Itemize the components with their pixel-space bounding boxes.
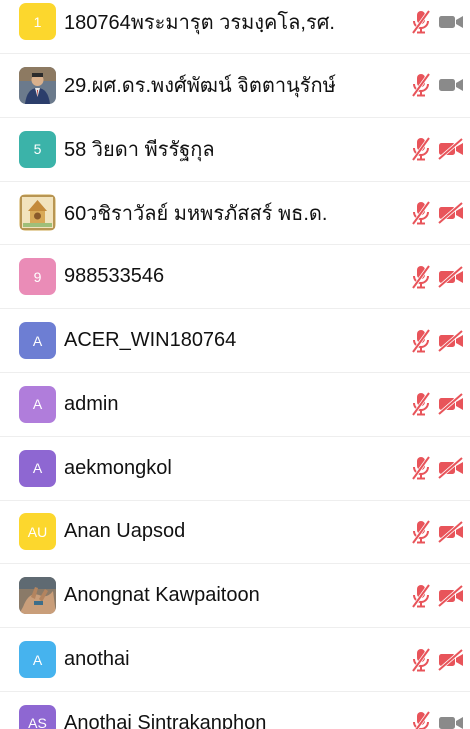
participant-row[interactable]: 9 988533546 [0, 245, 470, 310]
avatar-initials: A [32, 332, 43, 349]
avatar-initials: A [32, 396, 43, 413]
avatar: AS [19, 704, 56, 729]
avatar-initials: A [32, 460, 43, 477]
mic-muted-icon[interactable] [410, 328, 432, 354]
video-off-icon[interactable] [437, 392, 464, 416]
video-camera-icon[interactable] [438, 712, 464, 729]
participant-name: Anothai Sintrakanphon [64, 711, 267, 729]
participant-row[interactable]: 1 180764พระมารุต วรมงฺคโล,รศ. [0, 0, 470, 54]
avatar: A [19, 449, 56, 487]
mic-muted-icon[interactable] [410, 264, 432, 290]
video-off-icon[interactable] [437, 648, 464, 671]
avatar-initials: AS [28, 715, 47, 729]
participant-row[interactable]: AU Anan Uapsod [0, 500, 470, 565]
participant-name: 58 วิยดา พีรรัฐกุล [64, 139, 215, 162]
participant-name: 60วชิราวัลย์ มหพรภัสสร์ พธ.ด. [64, 202, 328, 225]
participant-name: anothai [64, 648, 130, 670]
video-camera-icon[interactable] [438, 74, 464, 96]
avatar-initials: 9 [33, 268, 42, 285]
participant-row[interactable]: Anongnat Kawpaitoon [0, 564, 470, 629]
video-off-icon[interactable] [437, 329, 464, 352]
avatar-initials: AU [27, 523, 48, 540]
participant-name: 29.ผศ.ดร.พงศ์พัฒน์ จิตตานุรักษ์ [64, 75, 336, 98]
avatar: A [19, 385, 56, 423]
mic-muted-icon[interactable] [410, 391, 432, 417]
mic-muted-icon[interactable] [410, 200, 432, 226]
avatar [19, 66, 56, 104]
mic-muted-icon[interactable] [410, 647, 432, 673]
participant-name: ACER_WIN180764 [64, 329, 237, 351]
participant-row[interactable]: A ACER_WIN180764 [0, 309, 470, 373]
avatar: A [19, 322, 56, 359]
participant-name: 180764พระมารุต วรมงฺคโล,รศ. [64, 11, 335, 34]
participant-name: Anongnat Kawpaitoon [64, 584, 260, 607]
mic-muted-icon[interactable] [410, 455, 432, 481]
participant-row[interactable]: 29.ผศ.ดร.พงศ์พัฒน์ จิตตานุรักษ์ [0, 54, 470, 118]
avatar: A [19, 641, 56, 678]
avatar: 9 [19, 258, 56, 296]
video-off-icon[interactable] [437, 520, 464, 544]
participant-name: Anan Uapsod [64, 520, 186, 543]
video-off-icon[interactable] [437, 137, 464, 161]
mic-muted-icon[interactable] [410, 72, 432, 98]
participant-row[interactable]: Aadmin [0, 373, 470, 437]
participant-list: 1 180764พระมารุต วรมงฺคโล,รศ. 29.ผศ.ดร.พง… [0, 0, 470, 729]
participant-name: aekmongkol [64, 456, 172, 479]
video-off-icon[interactable] [437, 265, 464, 289]
participant-row[interactable]: 60วชิราวัลย์ มหพรภัสสร์ พธ.ด. [0, 181, 470, 246]
mic-muted-icon[interactable] [410, 710, 432, 729]
avatar: 5 [19, 130, 56, 168]
participant-name: admin [64, 392, 119, 415]
mic-muted-icon[interactable] [410, 136, 432, 162]
participant-row[interactable]: Aaekmongkol [0, 437, 470, 501]
video-off-icon[interactable] [437, 201, 464, 225]
avatar [19, 577, 56, 615]
video-camera-icon[interactable] [438, 11, 464, 33]
mic-muted-icon[interactable] [410, 9, 432, 35]
mic-muted-icon[interactable] [410, 583, 432, 609]
video-off-icon[interactable] [437, 584, 464, 608]
participant-row[interactable]: 5 58 วิยดา พีรรัฐกุล [0, 118, 470, 182]
avatar-initials: 1 [33, 13, 42, 30]
avatar: AU [19, 513, 56, 551]
participant-name: 988533546 [64, 265, 165, 288]
mic-muted-icon[interactable] [410, 519, 432, 545]
avatar: 1 [19, 3, 56, 40]
avatar-initials: 5 [33, 141, 42, 158]
avatar [19, 194, 56, 232]
participant-row[interactable]: Aanothai [0, 628, 470, 692]
avatar-initials: A [32, 651, 43, 668]
participant-row[interactable]: AS Anothai Sintrakanphon [0, 692, 470, 729]
video-off-icon[interactable] [437, 456, 464, 480]
